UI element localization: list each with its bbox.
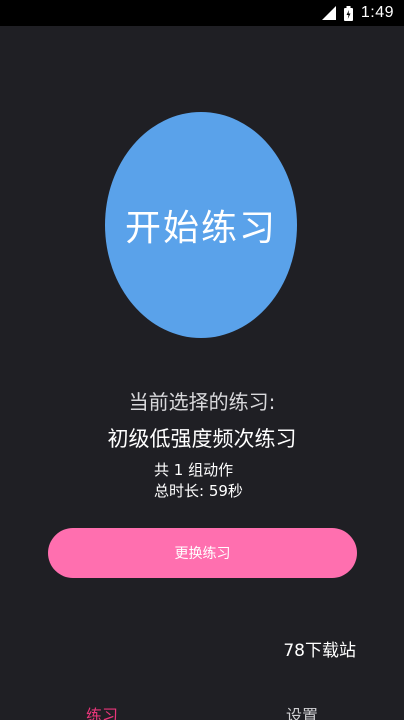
tab-exercise[interactable]: 练习 <box>86 702 118 720</box>
change-exercise-label: 更换练习 <box>174 546 231 562</box>
start-exercise-button[interactable]: 开始练习 <box>105 112 297 338</box>
battery-icon <box>343 5 353 21</box>
status-bar: 1:49 <box>0 0 404 26</box>
start-exercise-label: 开始练习 <box>124 208 277 249</box>
tab-settings[interactable]: 设置 <box>286 702 318 720</box>
total-duration: 总时长: 59秒 <box>154 482 243 500</box>
bottom-nav: 练习 设置 <box>0 698 404 720</box>
signal-icon <box>321 6 336 20</box>
exercise-name: 初级低强度频次练习 <box>107 427 297 451</box>
group-count: 共 1 组动作 <box>154 461 234 479</box>
watermark-text: 78下载站 <box>283 641 356 661</box>
exercise-details: 共 1 组动作 总时长: 59秒 <box>154 460 243 502</box>
current-selection-label: 当前选择的练习: <box>128 390 276 414</box>
status-time: 1:49 <box>360 4 394 21</box>
change-exercise-button[interactable]: 更换练习 <box>48 528 357 578</box>
app-screen: 1:49 开始练习 当前选择的练习: 初级低强度频次练习 共 1 组动作 总时长… <box>0 0 404 720</box>
